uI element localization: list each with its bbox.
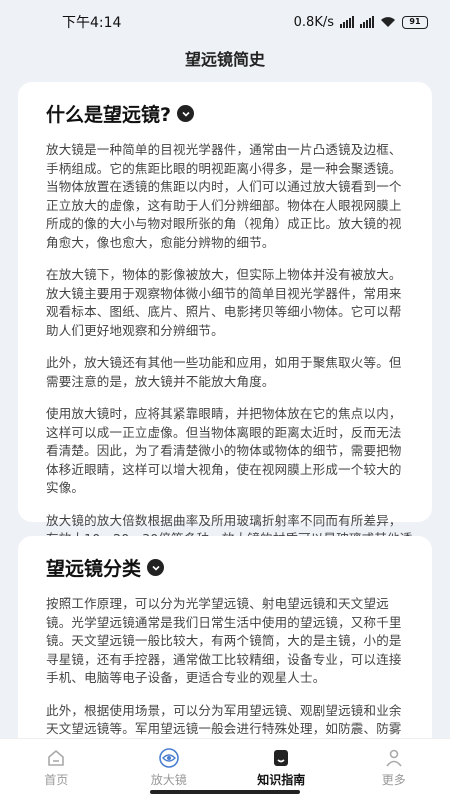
network-speed: 0.8K/s — [293, 14, 334, 30]
home-icon — [45, 747, 67, 769]
signal-icon-2 — [360, 16, 374, 28]
tab-home[interactable]: 首页 — [16, 747, 96, 788]
tab-magnifier[interactable]: 放大镜 — [129, 747, 209, 788]
paragraph: 使用放大镜时，应将其紧靠眼睛，并把物体放在它的焦点以内，这样可以成一正立虚像。但… — [46, 406, 402, 495]
paragraph: 此外，放大镜还有其他一些功能和应用，如用于聚焦取火等。但需要注意的是，放大镜并不… — [46, 355, 402, 389]
tab-label: 放大镜 — [150, 773, 187, 787]
battery-icon: 91 — [402, 15, 428, 29]
tab-more[interactable]: 更多 — [354, 747, 434, 788]
section-title: 望远镜分类 — [46, 558, 142, 580]
status-bar: 下午4:14 0.8K/s 91 — [0, 0, 450, 44]
wifi-icon — [380, 16, 396, 28]
eye-icon — [158, 747, 180, 769]
book-icon — [270, 747, 292, 769]
person-icon — [383, 747, 405, 769]
signal-icon — [340, 16, 354, 28]
section-header[interactable]: 望远镜分类 — [46, 554, 414, 581]
section-title: 什么是望远镜? — [46, 104, 172, 126]
tab-label: 更多 — [381, 773, 406, 787]
paragraph: 放大镜是一种简单的目视光学器件，通常由一片凸透镜及边框、手柄组成。它的焦距比眼的… — [46, 142, 402, 250]
section-card-types: 望远镜分类 按照工作原理，可以分为光学望远镜、射电望远镜和天文望远镜。光学望远镜… — [18, 536, 432, 756]
status-time: 下午4:14 — [62, 15, 122, 31]
status-icons: 0.8K/s 91 — [294, 15, 428, 30]
paragraph: 按照工作原理，可以分为光学望远镜、射电望远镜和天文望远镜。光学望远镜通常是我们日… — [46, 596, 402, 685]
paragraph: 在放大镜下，物体的影像被放大，但实际上物体并没有被放大。放大镜主要用于观察物体微… — [46, 267, 402, 338]
chevron-down-icon[interactable] — [147, 559, 165, 576]
tab-label: 知识指南 — [257, 773, 306, 787]
section-card-what-is: 什么是望远镜? 放大镜是一种简单的目视光学器件，通常由一片凸透镜及边框、手柄组成… — [18, 82, 432, 565]
section-header[interactable]: 什么是望远镜? — [46, 100, 414, 127]
page-title: 望远镜简史 — [184, 50, 265, 69]
tab-label: 首页 — [44, 773, 69, 787]
tab-knowledge-guide[interactable]: 知识指南 — [241, 747, 321, 788]
home-indicator[interactable] — [150, 790, 300, 794]
chevron-down-icon[interactable] — [177, 105, 195, 122]
